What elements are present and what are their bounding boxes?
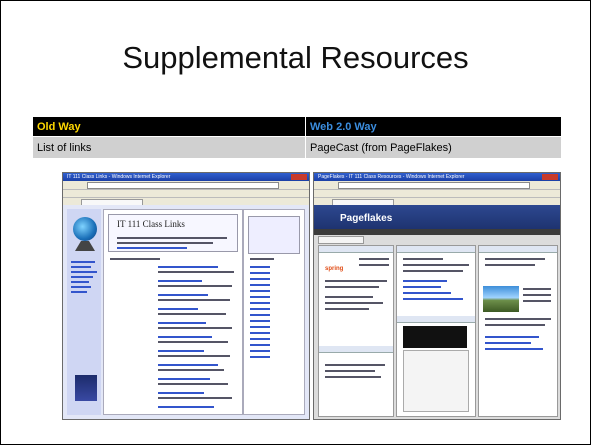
left-sidebar	[67, 209, 101, 415]
flake-panel-right	[478, 245, 558, 417]
comparison-row: List of links PageCast (from PageFlakes)	[33, 136, 561, 158]
heading-box: IT 111 Class Links	[108, 214, 238, 252]
spring-badge: spring	[325, 266, 344, 272]
window-title-bar: IT 111 Class Links - Windows Internet Ex…	[63, 173, 309, 181]
page-heading: IT 111 Class Links	[117, 219, 185, 229]
screenshot-pageflakes: PageFlakes - IT 111 Class Resources - Wi…	[313, 172, 561, 420]
college-logo-icon	[75, 375, 97, 401]
video-player[interactable]	[403, 326, 467, 348]
globe-stand-icon	[75, 241, 95, 251]
calendar-widget[interactable]	[403, 350, 469, 412]
main-panel: IT 111 Class Links	[103, 209, 243, 415]
comparison-header-row: Old Way Web 2.0 Way	[33, 117, 561, 137]
window-controls-icon[interactable]	[291, 174, 307, 180]
window-controls-icon[interactable]	[542, 174, 558, 180]
comparison-table: Old Way Web 2.0 Way List of links PageCa…	[33, 117, 561, 158]
page-content: IT 111 Class Links	[63, 205, 309, 419]
schedule-panel	[243, 209, 305, 415]
flake-panel-left: spring	[318, 245, 394, 417]
pageflakes-logo[interactable]: Pageflakes	[340, 213, 392, 224]
window-title-bar: PageFlakes - IT 111 Class Resources - Wi…	[314, 173, 560, 181]
menu-bar[interactable]	[314, 190, 560, 198]
slide-title: Supplemental Resources	[122, 40, 469, 75]
window-title: IT 111 Class Links - Windows Internet Ex…	[67, 174, 171, 180]
landscape-image	[483, 286, 519, 312]
address-bar[interactable]	[63, 181, 309, 190]
cell-web20-way: PageCast (from PageFlakes)	[305, 136, 561, 158]
page-content: Pageflakes spring	[314, 205, 560, 419]
pageflakes-tab[interactable]	[318, 236, 364, 244]
screenshot-class-links: IT 111 Class Links - Windows Internet Ex…	[62, 172, 310, 420]
pageflakes-header: Pageflakes	[314, 205, 560, 229]
cell-old-way: List of links	[33, 136, 306, 158]
globe-icon	[73, 217, 97, 241]
address-bar[interactable]	[314, 181, 560, 190]
header-old-way: Old Way	[33, 117, 306, 137]
window-title: PageFlakes - IT 111 Class Resources - Wi…	[318, 174, 465, 180]
menu-bar[interactable]	[63, 190, 309, 198]
header-web20-way: Web 2.0 Way	[305, 117, 561, 137]
pageflakes-nav[interactable]	[314, 229, 560, 235]
flake-panel-middle	[396, 245, 476, 417]
